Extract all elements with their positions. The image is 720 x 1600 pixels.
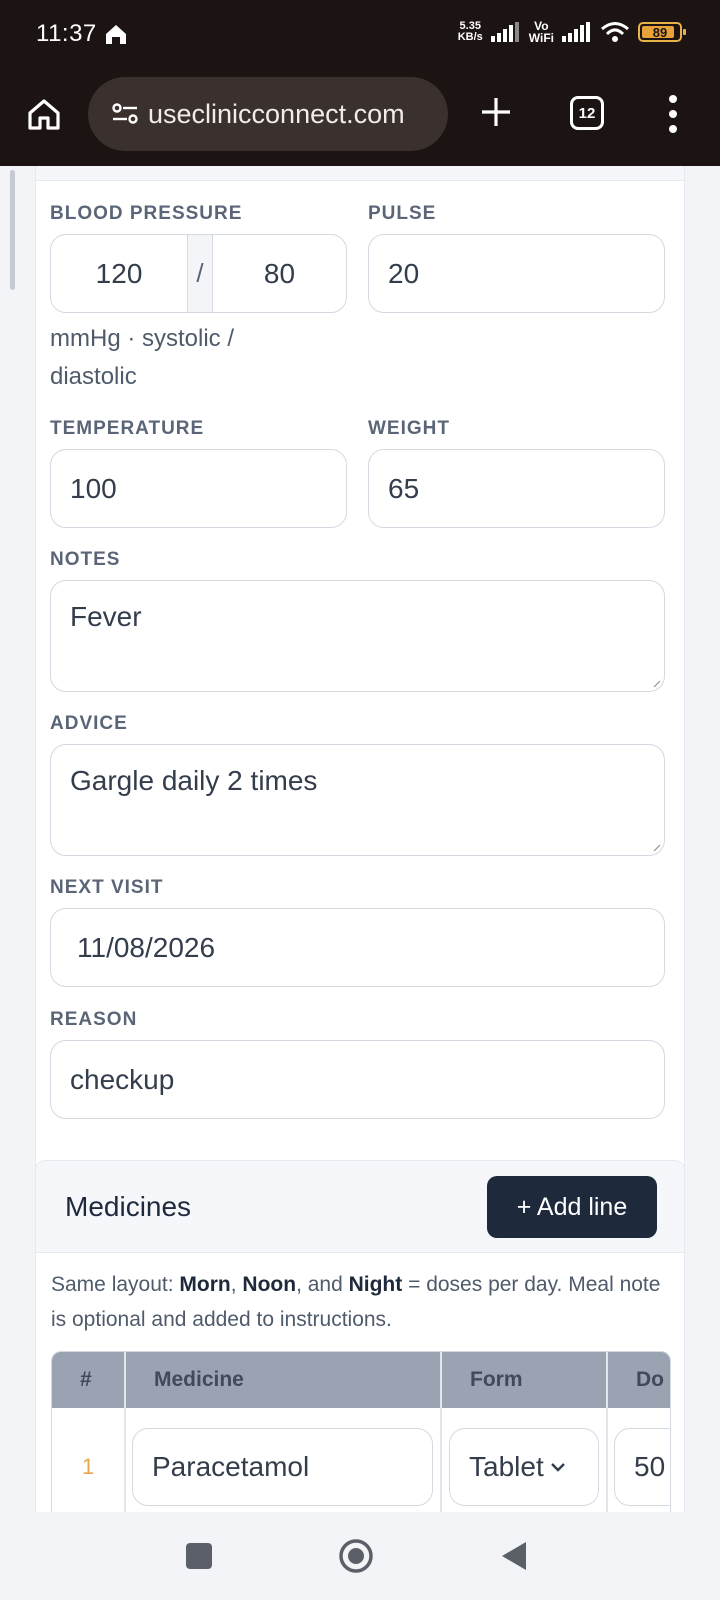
reason-input[interactable]: checkup bbox=[50, 1040, 665, 1119]
medicines-title: Medicines bbox=[65, 1191, 192, 1222]
temperature-label: TEMPERATURE bbox=[50, 418, 205, 439]
wifi-icon bbox=[601, 22, 629, 42]
notes-value: Fever bbox=[70, 601, 142, 632]
advice-label: ADVICE bbox=[50, 713, 128, 734]
advice-textarea[interactable]: Gargle daily 2 times bbox=[50, 744, 665, 856]
add-line-button[interactable]: + Add line bbox=[487, 1176, 657, 1238]
status-icons: 5.35 KB/s Vo WiFi 89 bbox=[457, 19, 686, 45]
vowifi-indicator: Vo WiFi bbox=[528, 19, 554, 45]
notes-textarea[interactable]: Fever bbox=[50, 580, 665, 692]
resize-handle-icon[interactable] bbox=[653, 844, 661, 852]
home-icon bbox=[106, 25, 126, 44]
next-visit-label: NEXT VISIT bbox=[50, 877, 164, 898]
page-content: BLOOD PRESSURE 120 / 80 mmHg · systolic … bbox=[0, 166, 720, 1512]
row-number: 1 bbox=[82, 1454, 95, 1479]
bp-separator: / bbox=[187, 235, 213, 312]
medicines-header: Medicines + Add line bbox=[36, 1161, 684, 1253]
vitals-card: BLOOD PRESSURE 120 / 80 mmHg · systolic … bbox=[35, 166, 685, 1304]
url-text: useclinicconnect.com bbox=[148, 98, 405, 129]
home-button-icon[interactable] bbox=[338, 1538, 374, 1574]
notes-label: NOTES bbox=[50, 549, 121, 570]
blood-pressure-label: BLOOD PRESSURE bbox=[50, 203, 243, 224]
reason-label: REASON bbox=[50, 1009, 138, 1030]
advice-value: Gargle daily 2 times bbox=[70, 765, 318, 796]
form-select[interactable]: Tablet bbox=[449, 1428, 599, 1506]
signal-icon bbox=[562, 22, 590, 42]
resize-handle-icon[interactable] bbox=[653, 680, 661, 688]
diastolic-input[interactable]: 80 bbox=[213, 235, 346, 312]
signal-icon bbox=[490, 22, 519, 42]
column-header-dose: Do bbox=[636, 1368, 664, 1391]
weight-label: WEIGHT bbox=[368, 418, 450, 439]
browser-toolbar: useclinicconnect.com 12 bbox=[0, 66, 720, 166]
systolic-input[interactable]: 120 bbox=[51, 235, 187, 312]
status-time: 11:37 bbox=[36, 20, 97, 47]
form-select-value: Tablet bbox=[469, 1451, 544, 1482]
home-icon[interactable] bbox=[26, 96, 62, 132]
medicines-table: # Medicine Form Do 1 Paracetamol Tablet … bbox=[51, 1351, 671, 1512]
bp-hint: mmHg · systolic / diastolic bbox=[50, 325, 235, 390]
recent-apps-icon[interactable] bbox=[186, 1543, 212, 1569]
address-bar[interactable]: useclinicconnect.com bbox=[88, 77, 448, 151]
battery-icon: 89 bbox=[638, 22, 686, 42]
weight-input[interactable]: 65 bbox=[368, 449, 665, 528]
back-icon[interactable] bbox=[500, 1540, 528, 1572]
medicines-note: Same layout: Morn, Noon, and Night = dos… bbox=[51, 1273, 661, 1331]
table-header bbox=[52, 1352, 670, 1408]
column-header-number: # bbox=[80, 1368, 92, 1391]
pulse-input[interactable]: 20 bbox=[368, 234, 665, 313]
dose-input[interactable]: 50 bbox=[614, 1428, 670, 1506]
network-speed: 5.35 KB/s bbox=[457, 20, 483, 43]
column-header-form: Form bbox=[470, 1368, 523, 1391]
temperature-input[interactable]: 100 bbox=[50, 449, 347, 528]
medicine-name-input[interactable]: Paracetamol bbox=[132, 1428, 433, 1506]
pulse-label: PULSE bbox=[368, 203, 437, 224]
menu-icon[interactable] bbox=[668, 94, 678, 134]
tabs-icon[interactable]: 12 bbox=[570, 96, 604, 130]
chevron-down-icon bbox=[551, 1463, 565, 1472]
site-settings-icon[interactable] bbox=[112, 103, 138, 125]
system-nav-bar bbox=[0, 1512, 720, 1600]
blood-pressure-input: 120 / 80 bbox=[50, 234, 347, 313]
column-header-medicine: Medicine bbox=[154, 1368, 244, 1391]
medicines-card: Medicines + Add line Same layout: Morn, … bbox=[35, 1160, 685, 1512]
status-bar: 11:37 5.35 KB/s Vo WiFi 89 bbox=[0, 0, 720, 66]
scroll-indicator[interactable] bbox=[10, 170, 15, 290]
new-tab-icon[interactable] bbox=[478, 94, 514, 130]
next-visit-date-input[interactable]: 11/08/2026 bbox=[50, 908, 665, 987]
